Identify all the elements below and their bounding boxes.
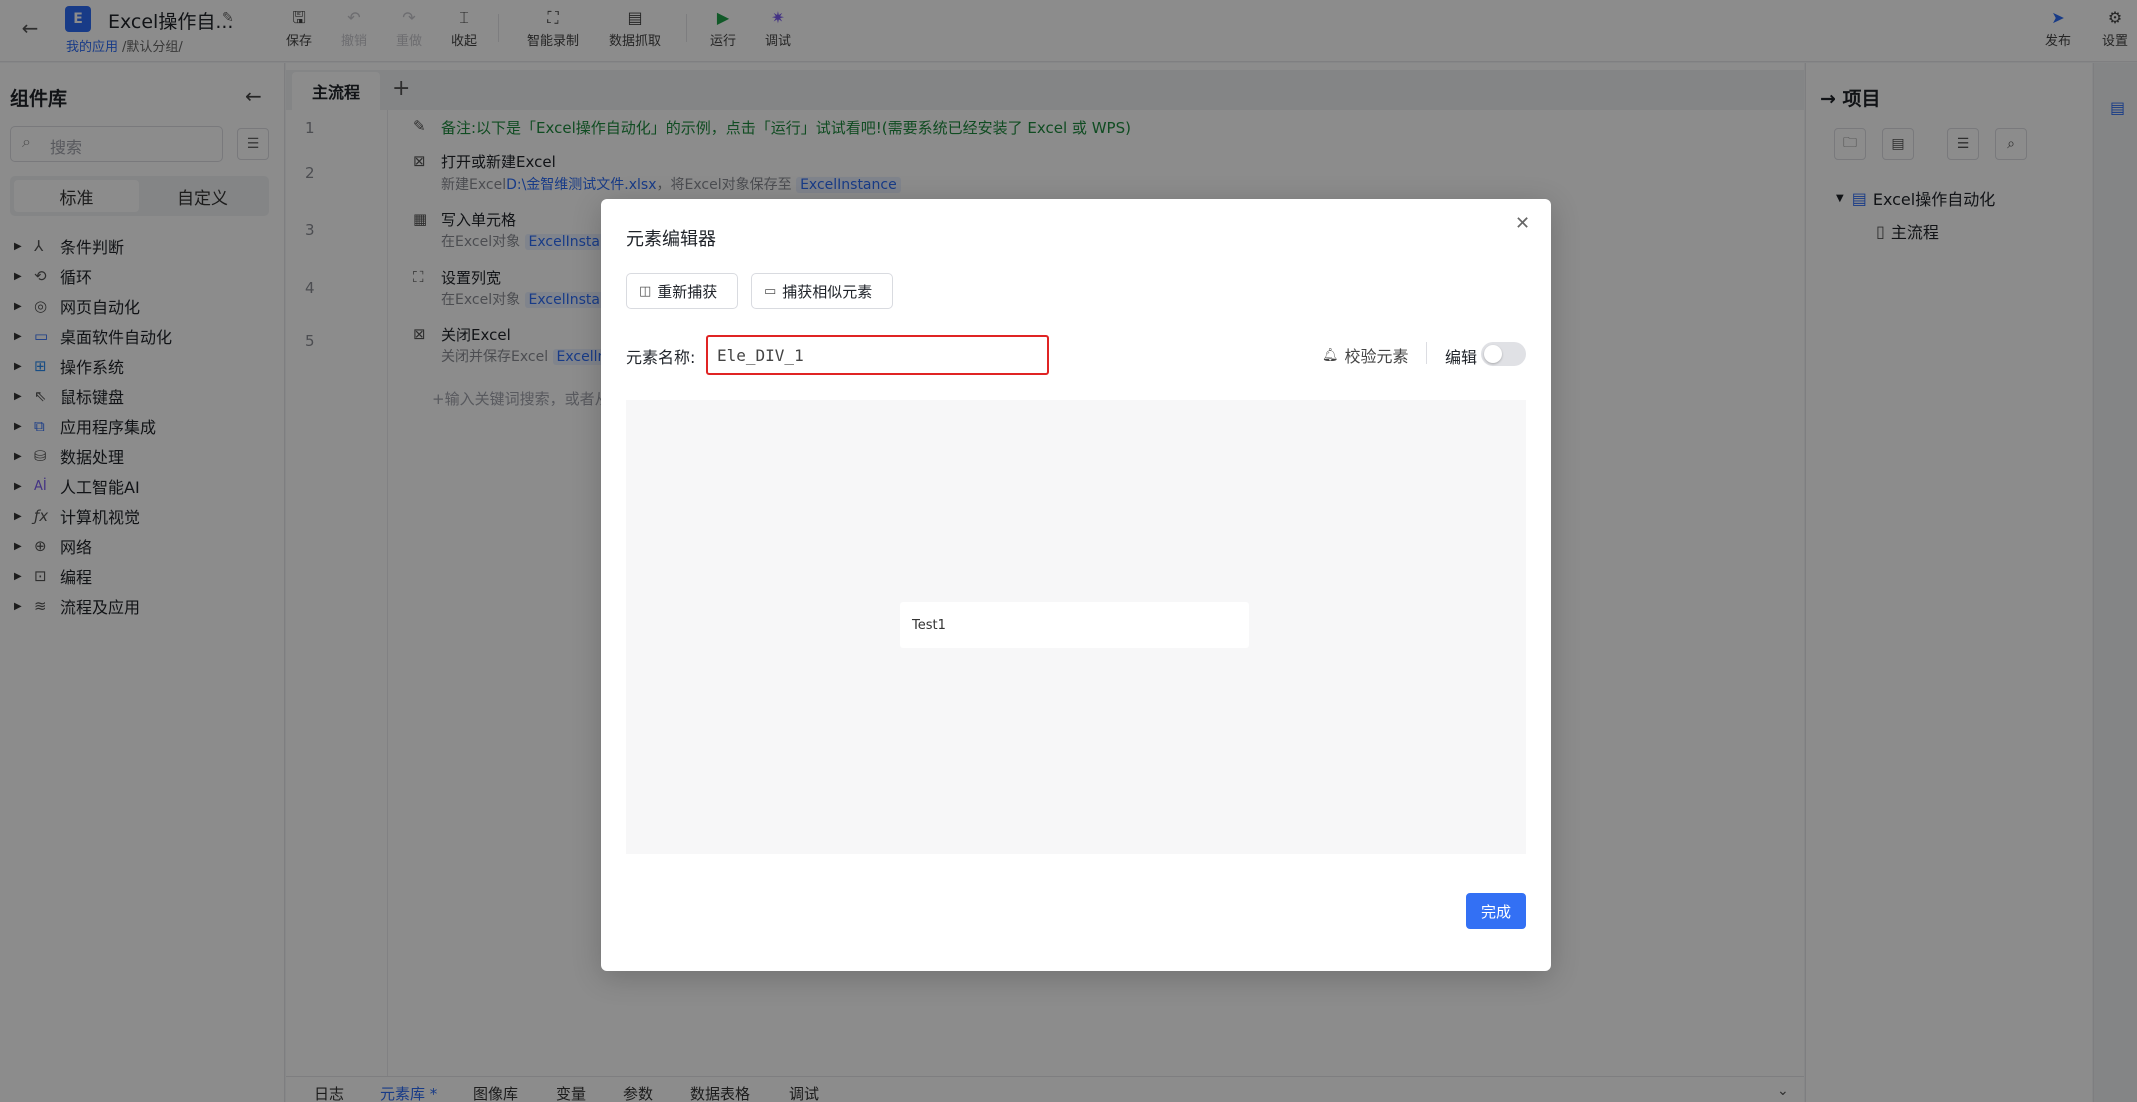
- capture-similar-icon: ▭: [764, 283, 777, 299]
- recapture-icon: ◫: [639, 283, 652, 299]
- element-name-label: 元素名称:: [626, 348, 696, 367]
- toggle-knob: [1484, 345, 1502, 363]
- edit-toggle-label: 编辑: [1445, 348, 1478, 367]
- dialog-title: 元素编辑器: [626, 229, 716, 250]
- preview-element-text: Test1: [912, 618, 946, 633]
- done-button[interactable]: 完成: [1466, 893, 1526, 929]
- element-name-input[interactable]: [706, 335, 1049, 375]
- close-icon[interactable]: ✕: [1515, 213, 1530, 234]
- bell-icon: 🔔︎: [1322, 347, 1339, 363]
- recapture-button[interactable]: ◫ 重新捕获: [626, 273, 738, 309]
- capture-similar-button[interactable]: ▭ 捕获相似元素: [751, 273, 893, 309]
- divider: [1426, 342, 1427, 364]
- verify-element-button[interactable]: 🔔︎ 校验元素: [1322, 343, 1409, 367]
- preview-element: [900, 602, 1249, 648]
